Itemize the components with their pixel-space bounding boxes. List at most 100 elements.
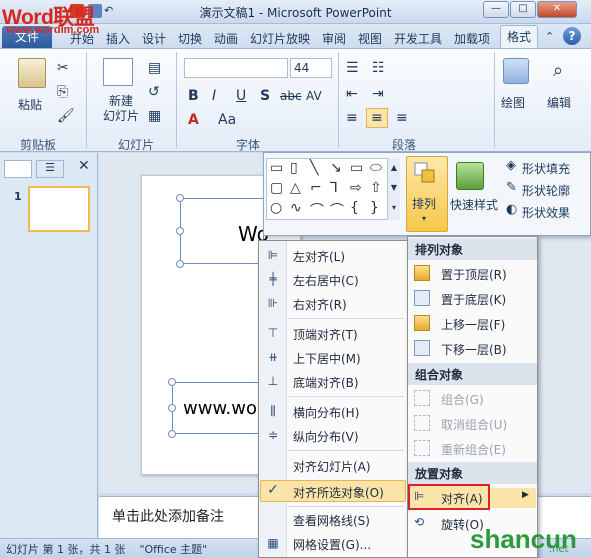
tab-slideshow[interactable]: 幻灯片放映 (250, 30, 310, 47)
menu-item-align[interactable]: 对齐(A) (441, 490, 483, 507)
line-shape-icon[interactable]: ╲ (310, 160, 318, 176)
menu-item-view-gridlines[interactable]: 查看网格线(S) (293, 512, 370, 529)
resize-handle[interactable] (176, 194, 184, 202)
slide-thumbnail[interactable] (28, 186, 90, 232)
increase-indent-icon[interactable]: ⇥ (372, 86, 384, 102)
menu-item-align-top[interactable]: 顶端对齐(T) (293, 326, 358, 343)
shape-outline-button[interactable]: 形状轮廓 (522, 182, 570, 199)
tab-animations[interactable]: 动画 (214, 30, 238, 47)
change-case-button[interactable]: Aa (218, 112, 236, 128)
rectangle-shape-icon[interactable]: ▭ (350, 160, 363, 176)
minimize-button[interactable]: — (483, 1, 509, 18)
menu-item-align-bottom[interactable]: 底端对齐(B) (293, 374, 359, 391)
resize-handle[interactable] (168, 404, 176, 412)
resize-handle[interactable] (168, 378, 176, 386)
bullets-icon[interactable]: ☰ (346, 60, 359, 76)
menu-item-align-middle[interactable]: 上下居中(M) (293, 350, 361, 367)
up-arrow-shape-icon[interactable]: ⇧ (370, 180, 382, 196)
elbow-arrow-shape-icon[interactable]: ⅂ (330, 180, 338, 196)
new-slide-button[interactable]: 新建 幻灯片 (103, 94, 139, 124)
rounded-rect-shape-icon[interactable]: ▢ (270, 180, 283, 196)
new-slide-icon[interactable] (103, 58, 133, 86)
menu-item-grid-settings[interactable]: 网格设置(G)... (293, 536, 371, 553)
quick-styles-icon[interactable] (456, 162, 484, 190)
resize-handle[interactable] (176, 227, 184, 235)
decrease-indent-icon[interactable]: ⇤ (346, 86, 358, 102)
menu-item-align-selected[interactable]: 对齐所选对象(O) (293, 484, 384, 501)
shape-fill-button[interactable]: 形状填充 (522, 160, 570, 177)
font-size-combo[interactable]: 44 (290, 58, 332, 78)
menu-item-bring-forward[interactable]: 上移一层(F) (441, 316, 505, 333)
shadow-button[interactable]: S (260, 88, 270, 104)
paste-button[interactable]: 粘贴 (18, 96, 42, 113)
italic-button[interactable]: I (212, 88, 216, 104)
menu-item-align-to-slide[interactable]: 对齐幻灯片(A) (293, 458, 371, 475)
strikethrough-button[interactable]: abc (280, 89, 302, 103)
binoculars-icon[interactable]: ⌕ (553, 60, 563, 81)
align-left-icon[interactable]: ≡ (346, 110, 358, 126)
resize-handle[interactable] (176, 260, 184, 268)
menu-item-align-left[interactable]: 左对齐(L) (293, 248, 345, 265)
menu-item-send-backward[interactable]: 下移一层(B) (441, 341, 507, 358)
slides-tab-icon[interactable] (4, 160, 32, 178)
menu-item-distribute-horizontal[interactable]: 横向分布(H) (293, 404, 359, 421)
menu-item-regroup[interactable]: 重新组合(E) (441, 441, 506, 458)
elbow-connector-shape-icon[interactable]: ⌐ (310, 180, 322, 196)
triangle-shape-icon[interactable]: △ (290, 180, 301, 196)
gallery-scroll-icon[interactable]: ▲ ▼ ▾ (387, 158, 400, 220)
menu-item-ungroup[interactable]: 取消组合(U) (441, 416, 507, 433)
textbox-shape-icon[interactable]: ▭ (270, 160, 283, 176)
menu-item-align-center[interactable]: 左右居中(C) (293, 272, 359, 289)
tab-view[interactable]: 视图 (358, 30, 382, 47)
paste-icon[interactable] (18, 58, 46, 88)
format-painter-icon[interactable]: 🖌 (57, 108, 75, 124)
help-icon[interactable]: ? (563, 27, 581, 45)
cloud-shape-icon[interactable]: ○ (270, 200, 282, 216)
resize-handle[interactable] (168, 430, 176, 438)
tab-developer[interactable]: 开发工具 (394, 30, 442, 47)
copy-icon[interactable]: ⎘ (57, 84, 68, 100)
char-spacing-button[interactable]: AV (306, 89, 322, 103)
drawing-button[interactable]: 绘图 (501, 94, 525, 111)
squiggle-shape-icon[interactable]: ∿ (290, 200, 302, 216)
shape-effects-button[interactable]: 形状效果 (522, 204, 570, 221)
underline-button[interactable]: U (236, 88, 246, 104)
edit-button[interactable]: 编辑 (547, 94, 571, 111)
numbering-icon[interactable]: ☷ (372, 60, 385, 76)
tab-insert[interactable]: 插入 (106, 30, 130, 47)
oval-shape-icon[interactable]: ⬭ (370, 160, 382, 176)
tab-addins[interactable]: 加载项 (454, 30, 490, 47)
close-panel-icon[interactable]: ✕ (78, 158, 90, 174)
section-header-group: 组合对象 (408, 363, 537, 385)
reset-icon[interactable]: ↺ (148, 84, 160, 100)
right-brace-shape-icon[interactable]: } (370, 200, 379, 216)
drawing-icon[interactable] (503, 58, 529, 84)
minimize-ribbon-icon[interactable]: ⌃ (545, 30, 554, 43)
menu-item-send-to-back[interactable]: 置于底层(K) (441, 291, 506, 308)
font-color-button[interactable]: A (188, 112, 199, 128)
vertical-textbox-shape-icon[interactable]: ▯ (290, 160, 298, 176)
tab-transitions[interactable]: 切换 (178, 30, 202, 47)
maximize-button[interactable]: □ (510, 1, 536, 18)
cut-icon[interactable]: ✂ (57, 60, 69, 76)
menu-item-bring-to-front[interactable]: 置于顶层(R) (441, 266, 507, 283)
close-button[interactable]: ✕ (537, 1, 577, 18)
tab-design[interactable]: 设计 (142, 30, 166, 47)
curve-shape-icon[interactable]: ⌒ (310, 200, 324, 220)
layout-icon[interactable]: ▤ (148, 60, 161, 76)
section-icon[interactable]: ▦ (148, 108, 161, 124)
menu-item-group[interactable]: 组合(G) (441, 391, 484, 408)
tab-format[interactable]: 格式 (500, 25, 538, 48)
font-name-combo[interactable] (184, 58, 288, 78)
bold-button[interactable]: B (188, 88, 199, 104)
align-right-icon[interactable]: ≡ (396, 110, 408, 126)
tab-review[interactable]: 审阅 (322, 30, 346, 47)
menu-item-align-right[interactable]: 右对齐(R) (293, 296, 347, 313)
arrow-shape-icon[interactable]: ↘ (330, 160, 342, 176)
left-brace-shape-icon[interactable]: { (350, 200, 359, 216)
outline-tab-icon[interactable]: ☰ (36, 160, 64, 178)
menu-item-distribute-vertical[interactable]: 纵向分布(V) (293, 428, 359, 445)
right-arrow-shape-icon[interactable]: ⇨ (350, 180, 362, 196)
freeform-shape-icon[interactable]: ⌒ (330, 200, 344, 220)
quick-styles-button[interactable]: 快速样式 (450, 196, 498, 213)
